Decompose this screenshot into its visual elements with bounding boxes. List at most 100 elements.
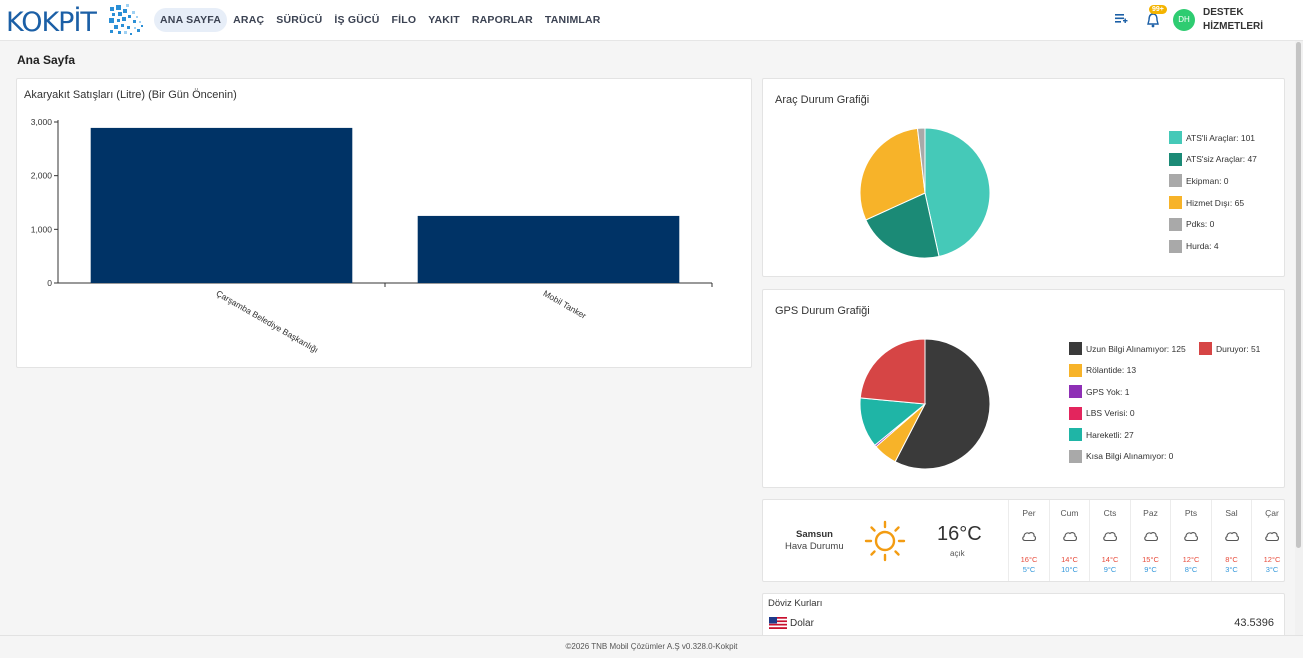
forecast-low: 9°C <box>1103 565 1117 574</box>
forecast-day: Cts 14°C 9°C <box>1089 500 1129 581</box>
forecast-day: Sal 8°C 3°C <box>1210 500 1251 581</box>
bell-icon[interactable] <box>1146 12 1160 28</box>
legend-swatch <box>1169 239 1182 253</box>
cloud-icon <box>1224 532 1239 542</box>
forecast-day-name: Çar <box>1265 508 1279 518</box>
cloud-icon <box>1022 532 1036 542</box>
legend-label: LBS Verisi: 0 <box>1086 408 1135 418</box>
scrollbar-thumb[interactable] <box>1296 42 1301 548</box>
legend-label: Kısa Bilgi Alınamıyor: 0 <box>1086 451 1174 461</box>
legend-swatch <box>1169 131 1182 144</box>
forecast-low: 10°C <box>1061 565 1078 574</box>
legend-swatch <box>1169 152 1182 166</box>
legend-swatch <box>1069 428 1082 441</box>
legend-item[interactable]: Pdks: 0 <box>1169 217 1214 231</box>
nav-surucu[interactable]: SÜRÜCÜ <box>270 8 328 32</box>
forecast-high: 12°C <box>1182 555 1200 564</box>
forecast-low: 9°C <box>1144 565 1157 574</box>
currency-name: Dolar <box>790 618 814 629</box>
legend-item[interactable]: Duruyor: 51 <box>1199 342 1260 355</box>
cloud-icon <box>1103 532 1117 542</box>
forecast-day-name: Pts <box>1184 508 1198 518</box>
footer: ©2026 TNB Mobil Çözümler A.Ş v0.328.0-Ko… <box>0 635 1303 655</box>
pie-slice <box>859 338 926 405</box>
forecast-low: 3°C <box>1225 565 1238 574</box>
brand-name: KOKPİT <box>6 7 97 38</box>
forecast-day-name: Paz <box>1143 508 1158 518</box>
us-flag-icon <box>769 617 787 629</box>
bar <box>417 215 680 283</box>
legend-item[interactable]: GPS Yok: 1 <box>1069 385 1129 398</box>
weather-city: Samsun <box>796 529 833 540</box>
weather-temp: 16°C <box>937 523 982 545</box>
gps-pie-chart <box>859 338 991 470</box>
forecast-day-name: Per <box>1022 508 1036 518</box>
forecast-high: 15°C <box>1142 555 1159 564</box>
forecast-low: 5°C <box>1022 565 1036 574</box>
legend-item[interactable]: Uzun Bilgi Alınamıyor: 125 <box>1069 342 1186 355</box>
forecast-day-name: Sal <box>1225 508 1238 518</box>
forecast-low: 8°C <box>1184 565 1198 574</box>
forecast-day-name: Cts <box>1103 508 1117 518</box>
x-tick-label: Çarşamba Belediye Başkanlığı <box>215 288 321 355</box>
weather-subtitle: Hava Durumu <box>785 541 844 552</box>
cloud-icon <box>1062 532 1077 542</box>
nav-filo[interactable]: FİLO <box>386 8 423 32</box>
forecast-day: Per 16°C 5°C <box>1008 500 1048 581</box>
currency-value: 43.5396 <box>1234 617 1274 629</box>
top-bar: KOKPİT ANA SAYFA ARAÇ SÜRÜCÜ İŞ GÜCÜ FİL… <box>0 0 1303 41</box>
legend-label: Hurda: 4 <box>1186 241 1219 251</box>
legend-label: GPS Yok: 1 <box>1086 386 1130 397</box>
legend-item[interactable]: Kısa Bilgi Alınamıyor: 0 <box>1069 449 1174 463</box>
legend-item[interactable]: ATS'siz Araçlar: 47 <box>1169 152 1257 166</box>
legend-label: Ekipman: 0 <box>1186 175 1229 186</box>
currency-title: Döviz Kurları <box>768 598 823 609</box>
avatar[interactable]: DH <box>1173 9 1195 31</box>
legend-swatch <box>1069 342 1082 355</box>
vehicle-chart-card: Araç Durum Grafiği ATS'li Araçlar: 101 AT… <box>762 78 1285 277</box>
user-name[interactable]: DESTEK HİZMETLERİ <box>1203 6 1273 34</box>
legend-item[interactable]: ATS'li Araçlar: 101 <box>1169 131 1255 144</box>
forecast-day-name: Cum <box>1060 508 1079 518</box>
legend-item[interactable]: LBS Verisi: 0 <box>1069 406 1135 420</box>
nav-arac[interactable]: ARAÇ <box>227 8 270 32</box>
logo-dots-icon <box>109 4 143 35</box>
nav-tanimlar[interactable]: TANIMLAR <box>539 8 607 32</box>
main-nav: ANA SAYFA ARAÇ SÜRÜCÜ İŞ GÜCÜ FİLO YAKIT… <box>154 8 607 32</box>
legend-item[interactable]: Hizmet Dışı: 65 <box>1169 196 1244 210</box>
legend-swatch <box>1069 449 1082 463</box>
legend-item[interactable]: Ekipman: 0 <box>1169 174 1229 188</box>
weather-card: Samsun Hava Durumu 16°C açık Per 16°C 5°C C… <box>762 499 1285 582</box>
forecast-high: 14°C <box>1101 555 1119 564</box>
forecast-high: 12°C <box>1263 555 1281 564</box>
forecast-day: Çar 12°C 3°C <box>1251 500 1291 581</box>
forecast-high: 8°C <box>1225 555 1238 564</box>
nav-ana-sayfa[interactable]: ANA SAYFA <box>154 8 228 32</box>
forecast-day: Pts 12°C 8°C <box>1170 500 1210 581</box>
nav-yakit[interactable]: YAKIT <box>422 8 466 32</box>
nav-is-gucu[interactable]: İŞ GÜCÜ <box>328 8 385 32</box>
fuel-bar-chart: 3,000 2,000 1,000 0 Çarşamba Belediye Başkan… <box>31 117 713 355</box>
cloud-icon <box>1265 532 1279 542</box>
user-name-line1: DESTEK <box>1203 7 1244 18</box>
sun-icon <box>864 520 906 562</box>
forecast-day: Cum 14°C 10°C <box>1048 500 1089 581</box>
list-add-icon[interactable] <box>1114 11 1128 25</box>
legend-item[interactable]: Hareketli: 27 <box>1069 428 1134 441</box>
cloud-icon <box>1184 532 1198 542</box>
legend-label: Duruyor: 51 <box>1216 343 1261 354</box>
legend-item[interactable]: Hurda: 4 <box>1169 239 1219 253</box>
forecast-low: 3°C <box>1265 565 1279 574</box>
y-tick-label: 2,000 <box>31 171 53 181</box>
page-title: Ana Sayfa <box>17 53 76 67</box>
legend-item[interactable]: Rölantide: 13 <box>1069 363 1137 377</box>
legend-swatch <box>1199 342 1212 355</box>
y-tick-label: 0 <box>47 278 52 288</box>
legend-label: Rölantide: 13 <box>1086 365 1137 375</box>
fuel-chart-card: Akaryakıt Satışları (Litre) (Bir Gün Önc… <box>16 78 752 368</box>
legend-label: Hareketli: 27 <box>1086 429 1134 440</box>
logo[interactable]: KOKPİT <box>6 3 146 38</box>
nav-raporlar[interactable]: RAPORLAR <box>466 8 539 32</box>
y-tick-label: 3,000 <box>31 117 53 127</box>
legend-label: ATS'siz Araçlar: 47 <box>1186 154 1257 165</box>
